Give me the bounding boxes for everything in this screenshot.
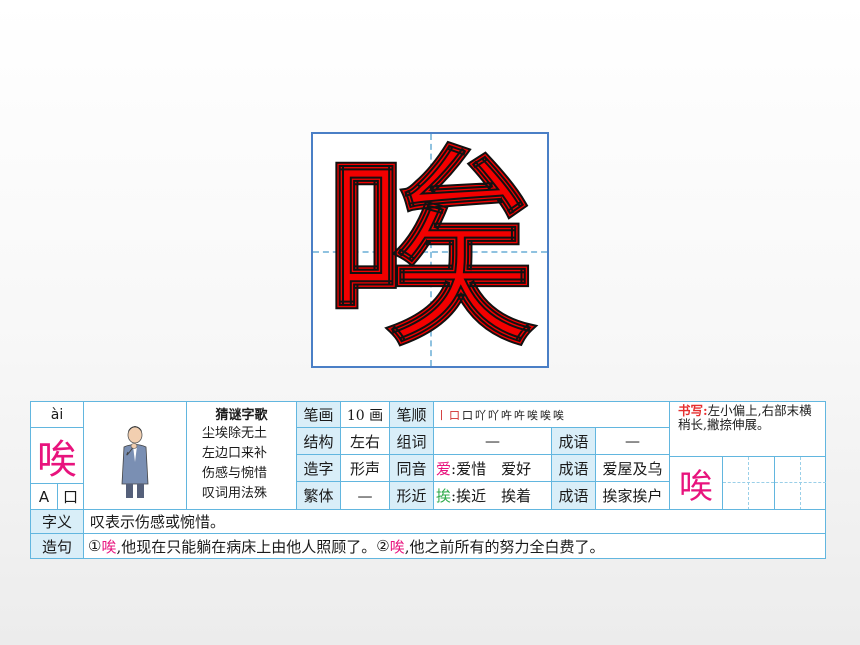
traditional-label: 繁体 xyxy=(296,481,340,509)
character-card: ài 唉 A 口 猜谜字歌 尘埃除无土 左边口来补 伤感与惋惜 叹词用法殊 笔画… xyxy=(30,401,826,559)
riddle-line: 伤感与惋惜 xyxy=(202,466,268,481)
homophone-char: 爱 xyxy=(436,459,452,478)
idiom2-value: 爱屋及乌 xyxy=(595,454,669,481)
riddle-line: 左边口来补 xyxy=(202,446,268,461)
idiom-label: 成语 xyxy=(551,427,595,454)
sighing-man-illustration xyxy=(121,426,149,498)
words-label: 组词 xyxy=(389,427,433,454)
big-character: 唉 xyxy=(323,125,537,374)
similar-value: 挨:挨近 挨着 xyxy=(433,481,551,509)
riddle-line: 叹词用法殊 xyxy=(202,486,268,501)
stroke-step: 吘 xyxy=(501,408,512,422)
stroke-step: 丨 xyxy=(436,408,447,422)
stroke-step: 口 xyxy=(449,408,460,422)
sentence-label: 造句 xyxy=(31,533,83,558)
sentence-2-char: 唉 xyxy=(389,537,405,556)
structure-value: 左右 xyxy=(340,427,389,454)
radical-letter: A xyxy=(31,483,57,509)
stroke-step: 吖 xyxy=(488,408,499,422)
sentence-1-number: ① xyxy=(88,537,102,555)
stroke-step: 口 xyxy=(462,408,473,422)
character-practice-box: 唉 xyxy=(311,132,549,368)
stroke-step: 吖 xyxy=(475,408,486,422)
riddle-panel: 猜谜字歌 尘埃除无土 左边口来补 伤感与惋惜 叹词用法殊 xyxy=(186,402,296,509)
riddle-line: 尘埃除无土 xyxy=(202,426,268,441)
sentence-1-text: ,他现在只能躺在病床上由他人照顾了。 xyxy=(116,537,377,556)
similar-char: 挨 xyxy=(436,487,452,505)
similar-words: :挨近 挨着 xyxy=(451,487,532,505)
idiom-value: — xyxy=(595,427,669,454)
meaning-text: 叹表示伤感或惋惜。 xyxy=(83,509,825,533)
meaning-label: 字义 xyxy=(31,509,83,533)
similar-label: 形近 xyxy=(389,481,433,509)
order-label: 笔顺 xyxy=(389,402,433,427)
sentence-text: ① 唉 ,他现在只能躺在病床上由他人照顾了。 ② 唉 ,他之前所有的努力全白费了。 xyxy=(83,533,825,558)
stroke-step: 唉 xyxy=(553,408,564,422)
stroke-order: 丨口口吖吖吘吘唉唉唉 xyxy=(433,402,669,427)
writing-title: 书写: xyxy=(678,403,708,418)
structure-label: 结构 xyxy=(296,427,340,454)
radical: 口 xyxy=(57,483,83,509)
idiom3-value: 挨家挨户 xyxy=(595,481,669,509)
traditional-value: — xyxy=(340,481,389,509)
sentence-2-text: ,他之前所有的努力全白费了。 xyxy=(404,537,605,556)
strokes-label: 笔画 xyxy=(296,402,340,427)
homophone-value: 爱:爱惜 爱好 xyxy=(433,454,551,481)
writing-grid: 唉 xyxy=(669,456,826,510)
strokes-value: 10 画 xyxy=(340,402,389,427)
formation-label: 造字 xyxy=(296,454,340,481)
riddle-title: 猜谜字歌 xyxy=(215,407,268,423)
illustration xyxy=(83,402,186,509)
card-character: 唉 xyxy=(31,427,83,483)
stroke-step: 唉 xyxy=(540,408,551,422)
sentence-1-char: 唉 xyxy=(101,537,117,556)
words-value: — xyxy=(433,427,551,454)
stroke-step: 唉 xyxy=(527,408,538,422)
writing-sample-character: 唉 xyxy=(679,467,713,507)
idiom3-label: 成语 xyxy=(551,481,595,509)
stroke-step: 吘 xyxy=(514,408,525,422)
pinyin: ài xyxy=(50,406,64,423)
practice-cell xyxy=(722,457,774,510)
idiom2-label: 成语 xyxy=(551,454,595,481)
practice-cell xyxy=(774,457,826,510)
homophone-words: :爱惜 爱好 xyxy=(451,459,532,478)
homophone-label: 同音 xyxy=(389,454,433,481)
writing-tips: 书写:左小偏上,右部末横稍长,撇捺伸展。 xyxy=(669,402,825,456)
sentence-2-number: ② xyxy=(376,537,390,555)
formation-value: 形声 xyxy=(340,454,389,481)
